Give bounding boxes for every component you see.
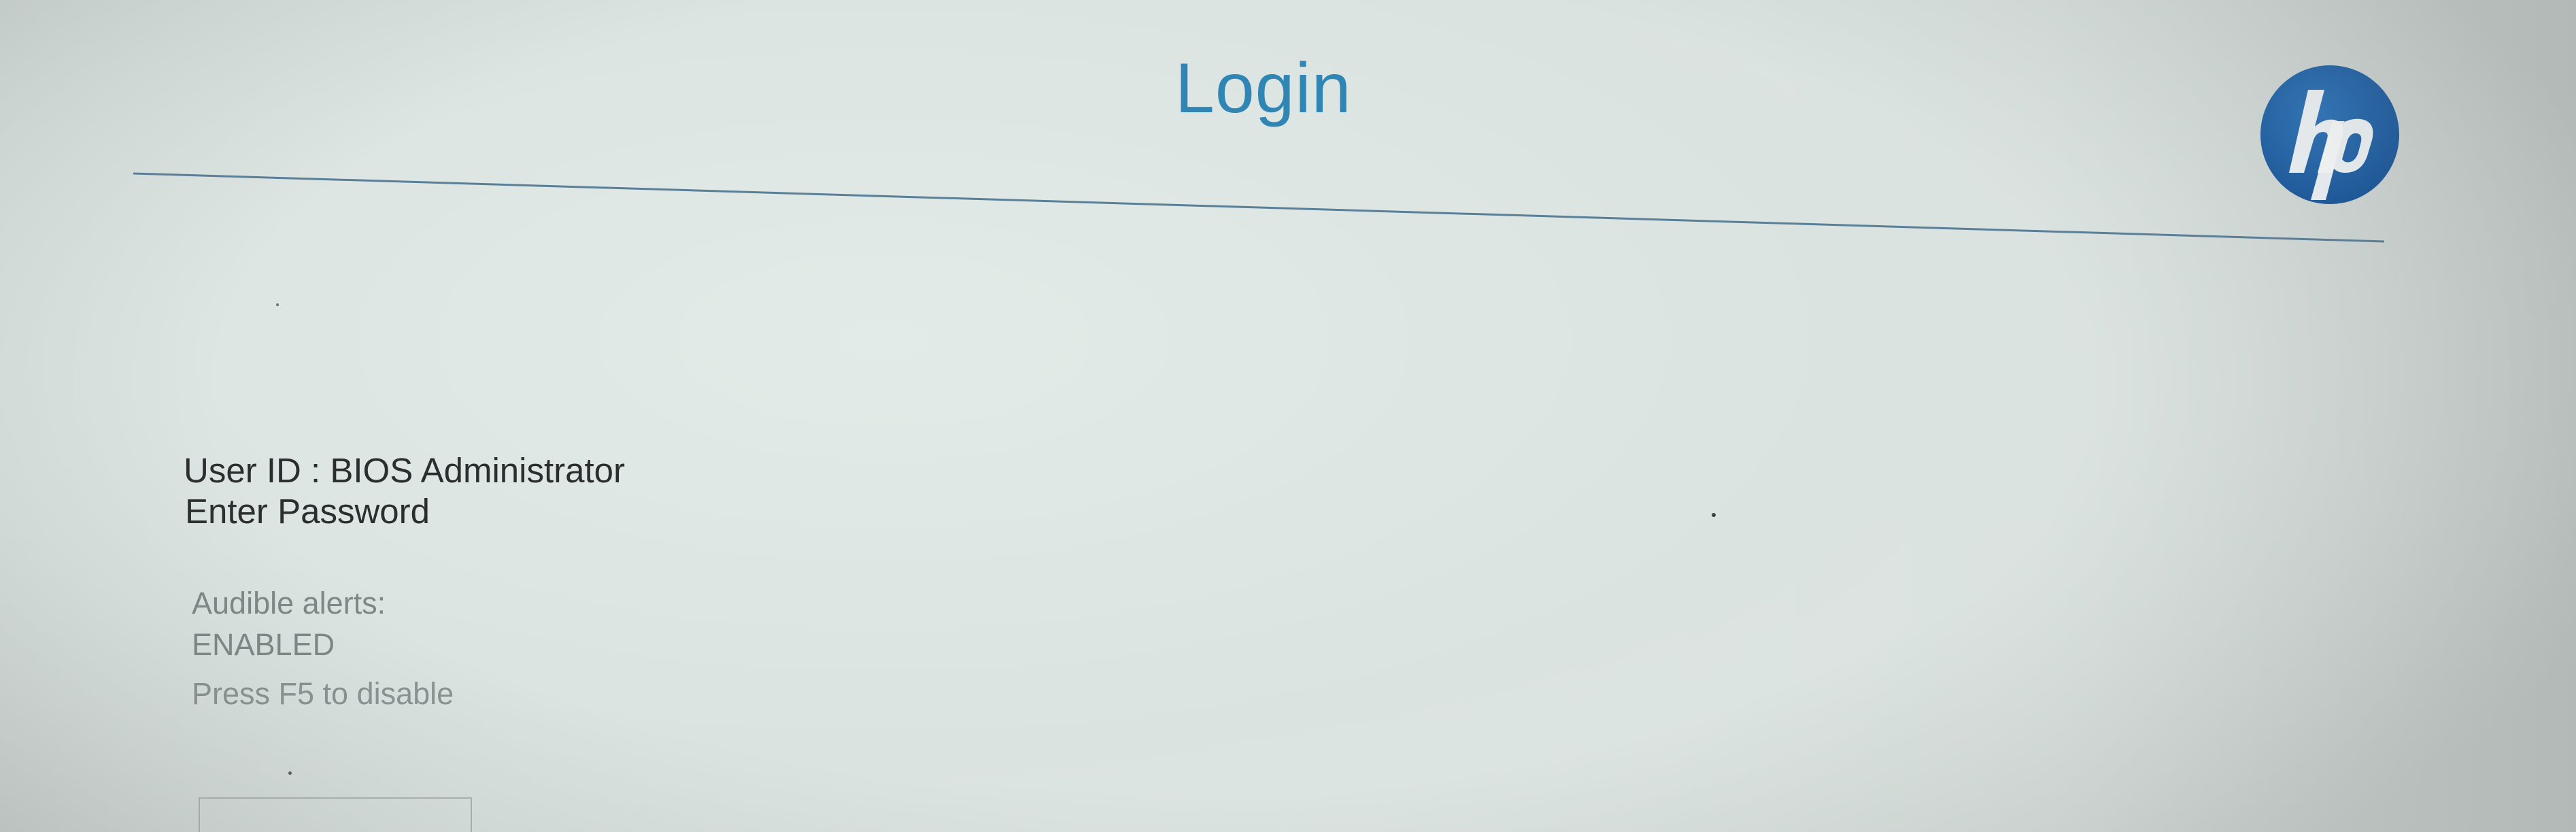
bios-login-screen: Login User ID : BIOS Administrator Enter… [0,0,2576,832]
screen-speck [288,771,292,775]
screen-speck [1712,513,1716,517]
audible-alerts-status: ENABLED [192,627,335,662]
user-id-label: User ID : BIOS Administrator [184,451,626,490]
hp-logo [2260,65,2399,204]
screen-speck [276,303,279,306]
enter-password-prompt: Enter Password [185,492,430,531]
audible-alerts-label: Audible alerts: [192,586,386,620]
audible-alerts-hint: Press F5 to disable [192,676,454,711]
header-divider [133,172,2385,243]
password-input[interactable] [199,797,472,832]
